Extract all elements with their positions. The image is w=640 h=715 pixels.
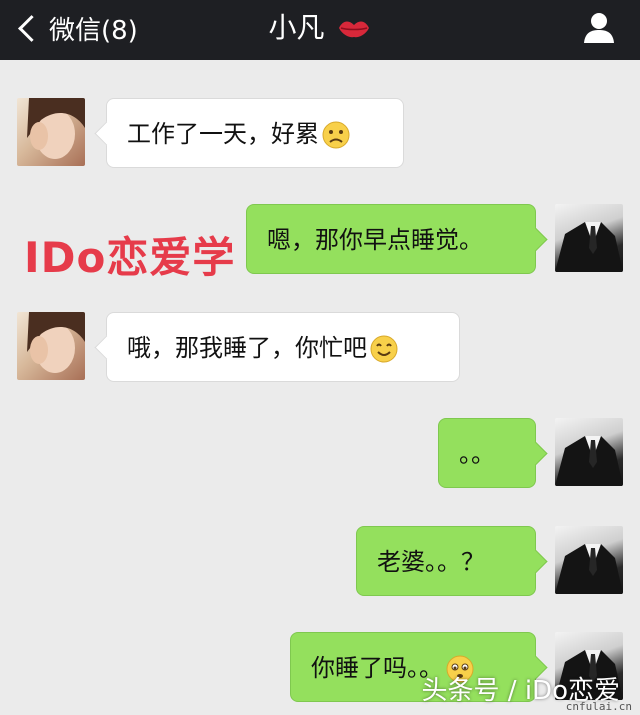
message-text: 老婆。。？ <box>377 548 485 576</box>
site-watermark: cnfulai.cn <box>565 700 632 713</box>
brand-watermark: IDo恋爱学 <box>24 233 236 282</box>
top-bar: 微信(8) 小凡 <box>0 0 640 60</box>
avatar-me[interactable] <box>555 526 623 594</box>
message-text: 工作了一天，好累 <box>127 120 319 148</box>
kiss-lips-icon <box>339 21 370 38</box>
avatar-me[interactable] <box>555 204 623 272</box>
smile-emoji-icon <box>370 335 398 363</box>
person-icon[interactable] <box>582 10 616 44</box>
message-text: 嗯，那你早点睡觉。 <box>267 226 483 254</box>
message-text: 哦，那我睡了，你忙吧 <box>127 334 367 362</box>
message-text: 。。 <box>459 440 495 468</box>
message-bubble-5[interactable]: 老婆。。？ <box>356 526 536 596</box>
message-bubble-3[interactable]: 哦，那我睡了，你忙吧 <box>106 312 460 382</box>
chat-area[interactable]: 工作了一天，好累 IDo恋爱学 嗯，那你早点睡觉。 哦，那我睡了，你忙吧 。。 … <box>0 60 640 715</box>
contact-name: 小凡 <box>268 11 325 44</box>
message-bubble-1[interactable]: 工作了一天，好累 <box>106 98 404 168</box>
avatar-her[interactable] <box>17 98 85 166</box>
chat-title: 小凡 <box>0 8 640 48</box>
message-bubble-2[interactable]: 嗯，那你早点睡觉。 <box>246 204 536 274</box>
message-bubble-4[interactable]: 。。 <box>438 418 536 488</box>
avatar-her[interactable] <box>17 312 85 380</box>
avatar-me[interactable] <box>555 418 623 486</box>
frown-emoji-icon <box>322 121 350 149</box>
